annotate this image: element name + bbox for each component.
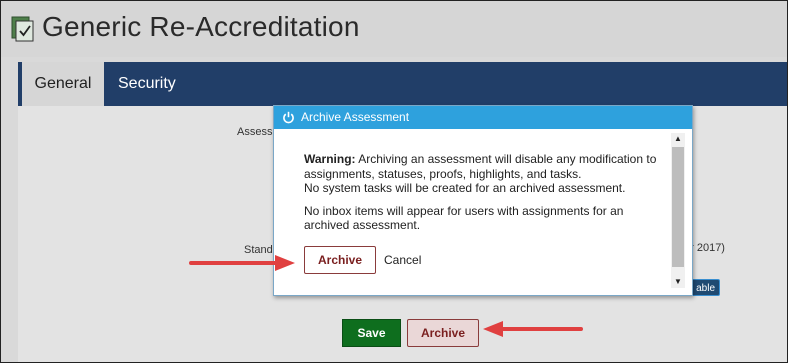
warning-label: Warning: [304, 152, 356, 166]
tab-security[interactable]: Security [118, 62, 176, 106]
power-icon [283, 111, 294, 124]
page-header: Generic Re-Accreditation [1, 1, 787, 57]
dialog-scrollbar[interactable]: ▲ ▼ [671, 133, 685, 288]
save-button[interactable]: Save [342, 319, 401, 347]
scroll-up-icon[interactable]: ▲ [671, 133, 685, 145]
application-window: Generic Re-Accreditation General Securit… [0, 0, 788, 363]
tab-bar: General Security [18, 62, 787, 106]
archive-button[interactable]: Archive [407, 319, 479, 347]
dialog-cancel-link[interactable]: Cancel [384, 253, 421, 267]
scroll-down-icon[interactable]: ▼ [671, 276, 685, 288]
dialog-body: Warning: Archiving an assessment will di… [304, 152, 664, 233]
dialog-archive-button[interactable]: Archive [304, 246, 376, 274]
document-check-icon [11, 16, 34, 42]
inbox-items-note: No inbox items will appear for users wit… [304, 203, 624, 233]
tab-general[interactable]: General [18, 62, 104, 106]
scroll-thumb[interactable] [672, 147, 684, 267]
dialog-title: Archive Assessment [301, 110, 410, 124]
annotation-arrow-left-icon [483, 321, 583, 337]
annotation-arrow-right-icon [189, 255, 295, 271]
system-tasks-note: No system tasks will be created for an a… [304, 181, 626, 195]
page-title: Generic Re-Accreditation [42, 11, 360, 42]
warning-paragraph: Warning: Archiving an assessment will di… [304, 152, 664, 181]
warning-text: Archiving an assessment will disable any… [304, 152, 657, 181]
dialog-header: Archive Assessment [274, 106, 692, 129]
assessment-label: Assess [237, 126, 273, 138]
